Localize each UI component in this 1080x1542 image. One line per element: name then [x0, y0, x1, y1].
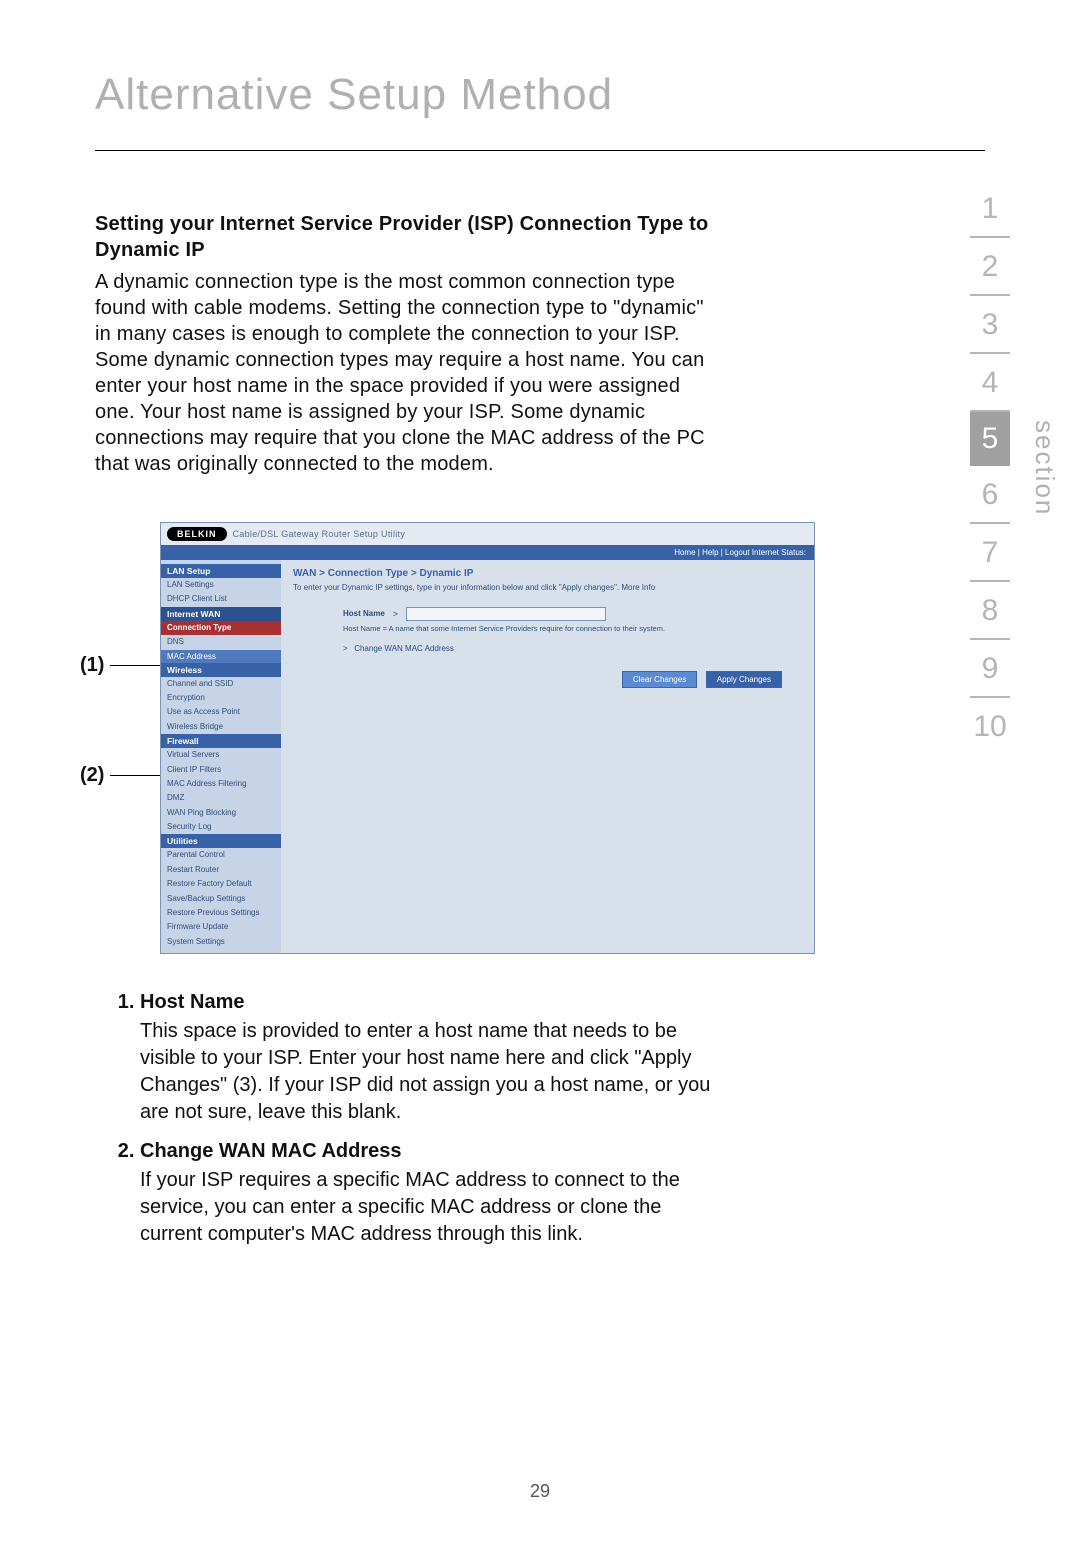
sidebar-item[interactable]: Restore Factory Default: [161, 877, 281, 891]
host-name-label: Host Name: [343, 609, 385, 618]
sidebar-item-connection-type[interactable]: Connection Type: [161, 621, 281, 635]
list-item-1-title: Host Name: [140, 989, 725, 1016]
intro-heading: Setting your Internet Service Provider (…: [95, 211, 725, 263]
sidebar-item[interactable]: Firmware Update: [161, 920, 281, 934]
sidebar-item[interactable]: Use as Access Point: [161, 705, 281, 719]
screenshot-figure: (1) (2) (3) BELKIN Cable/DSL Gateway Rou…: [95, 522, 835, 954]
host-name-help: Host Name = A name that some Internet Se…: [343, 624, 693, 633]
sidebar-cat-utilities: Utilities: [161, 834, 281, 848]
callout-1: (1): [80, 654, 160, 677]
sidebar-item[interactable]: MAC Address Filtering: [161, 777, 281, 791]
change-mac-link[interactable]: Change WAN MAC Address: [354, 644, 454, 653]
section-tab-1[interactable]: 1: [970, 180, 1010, 238]
page-number: 29: [0, 1481, 1080, 1502]
sidebar-item[interactable]: Virtual Servers: [161, 748, 281, 762]
clear-changes-button[interactable]: Clear Changes: [622, 671, 697, 688]
sidebar-cat-firewall: Firewall: [161, 734, 281, 748]
sidebar-item[interactable]: Security Log: [161, 820, 281, 834]
list-item-2: Change WAN MAC Address If your ISP requi…: [140, 1138, 725, 1248]
sidebar-item[interactable]: WAN Ping Blocking: [161, 806, 281, 820]
sidebar-item[interactable]: Encryption: [161, 691, 281, 705]
sidebar-item[interactable]: System Settings: [161, 935, 281, 949]
help-text: To enter your Dynamic IP settings, type …: [293, 583, 713, 593]
callout-2: (2): [80, 764, 160, 787]
host-name-input[interactable]: [406, 607, 606, 621]
utility-subtitle: Cable/DSL Gateway Router Setup Utility: [233, 529, 406, 539]
section-tab-2[interactable]: 2: [970, 238, 1010, 296]
belkin-screenshot: BELKIN Cable/DSL Gateway Router Setup Ut…: [160, 522, 815, 954]
section-tab-9[interactable]: 9: [970, 640, 1010, 698]
section-vertical-label: section: [1029, 420, 1060, 516]
section-tab-6[interactable]: 6: [970, 466, 1010, 524]
sidebar-item[interactable]: Restart Router: [161, 863, 281, 877]
sidebar-item-mac-address[interactable]: MAC Address: [161, 650, 281, 663]
apply-changes-button[interactable]: Apply Changes: [706, 671, 782, 688]
sidebar-item[interactable]: Wireless Bridge: [161, 720, 281, 734]
section-tab-8[interactable]: 8: [970, 582, 1010, 640]
sidebar-item[interactable]: Client IP Filters: [161, 763, 281, 777]
belkin-main: WAN > Connection Type > Dynamic IP To en…: [281, 560, 814, 953]
intro-body: A dynamic connection type is the most co…: [95, 269, 725, 477]
sidebar-item[interactable]: Restore Previous Settings: [161, 906, 281, 920]
sidebar-item[interactable]: Parental Control: [161, 848, 281, 862]
sidebar-item[interactable]: DNS: [161, 635, 281, 649]
top-links-bar: Home | Help | Logout Internet Status:: [161, 545, 814, 560]
section-nav: 1 2 3 4 5 6 7 8 9 10: [960, 180, 1020, 754]
sidebar-cat-wan: Internet WAN: [161, 607, 281, 621]
sidebar-cat-wireless: Wireless: [161, 663, 281, 677]
belkin-sidebar: LAN Setup LAN Settings DHCP Client List …: [161, 560, 281, 953]
sidebar-item[interactable]: LAN Settings: [161, 578, 281, 592]
title-rule: [95, 150, 985, 151]
breadcrumb: WAN > Connection Type > Dynamic IP: [293, 568, 802, 579]
page-title: Alternative Setup Method: [95, 70, 985, 120]
section-tab-5[interactable]: 5: [970, 412, 1010, 466]
list-item-1-body: This space is provided to enter a host n…: [140, 1020, 710, 1123]
list-item-2-body: If your ISP requires a specific MAC addr…: [140, 1169, 680, 1245]
sidebar-item[interactable]: DMZ: [161, 791, 281, 805]
sidebar-item[interactable]: Save/Backup Settings: [161, 892, 281, 906]
list-item-2-title: Change WAN MAC Address: [140, 1138, 725, 1165]
sidebar-cat-lan: LAN Setup: [161, 564, 281, 578]
sidebar-item[interactable]: DHCP Client List: [161, 592, 281, 606]
section-tab-4[interactable]: 4: [970, 354, 1010, 412]
sidebar-item[interactable]: Channel and SSID: [161, 677, 281, 691]
belkin-logo: BELKIN: [167, 527, 227, 541]
section-tab-10[interactable]: 10: [970, 698, 1010, 754]
section-tab-3[interactable]: 3: [970, 296, 1010, 354]
list-item-1: Host Name This space is provided to ente…: [140, 989, 725, 1126]
section-tab-7[interactable]: 7: [970, 524, 1010, 582]
